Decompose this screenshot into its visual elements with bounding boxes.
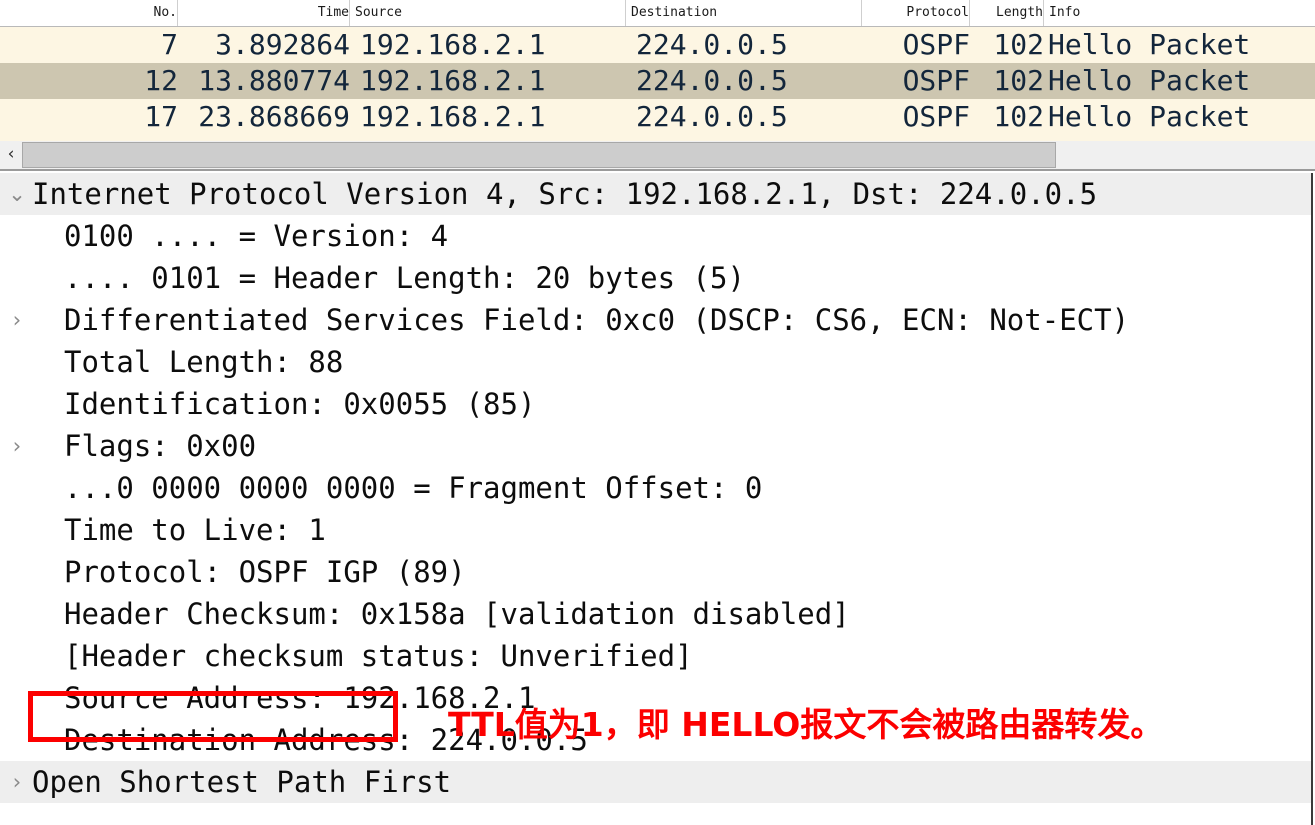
packet-detail-pane[interactable]: ⌄ Internet Protocol Version 4, Src: 192.1… <box>0 173 1313 825</box>
packet-cell-info: Hello Packet <box>1048 100 1251 133</box>
detail-tree-row[interactable]: ⌄ Internet Protocol Version 4, Src: 192.1… <box>0 173 1311 215</box>
column-header-protocol[interactable]: Protocol <box>862 0 970 26</box>
detail-tree-row[interactable]: ...0 0000 0000 0000 = Fragment Offset: 0 <box>0 467 1311 509</box>
packet-cell-source: 192.168.2.1 <box>360 100 546 133</box>
packet-cell-no: 7 <box>161 28 178 61</box>
packet-list-body: 7 3.892864 192.168.2.1 224.0.0.5 OSPF 102 Hell… <box>0 27 1315 135</box>
packet-cell-protocol: OSPF <box>902 28 970 61</box>
detail-tree-row[interactable]: .... 0101 = Header Length: 20 bytes (5) <box>0 257 1311 299</box>
detail-tree-label: Total Length: 88 <box>64 345 344 379</box>
packet-list-row[interactable]: 7 3.892864 192.168.2.1 224.0.0.5 OSPF 102 Hell… <box>0 27 1315 63</box>
column-header-source[interactable]: Source <box>350 0 626 26</box>
packet-cell-no: 17 <box>144 100 178 133</box>
packet-cell-protocol: OSPF <box>902 64 970 97</box>
packet-list-header-row: No. Time Source Destination Protocol Len… <box>0 0 1315 27</box>
column-header-no[interactable]: No. <box>0 0 178 26</box>
detail-tree-row[interactable]: [Header checksum status: Unverified] <box>0 635 1311 677</box>
detail-tree-row[interactable]: › Open Shortest Path First <box>0 761 1311 803</box>
detail-tree-row[interactable]: Total Length: 88 <box>0 341 1311 383</box>
scrollbar-track[interactable] <box>22 142 1315 168</box>
packet-list-pane[interactable]: No. Time Source Destination Protocol Len… <box>0 0 1315 141</box>
chevron-right-icon[interactable]: › <box>4 299 30 341</box>
packet-cell-source: 192.168.2.1 <box>360 28 546 61</box>
detail-tree-label: Internet Protocol Version 4, Src: 192.16… <box>32 177 1098 211</box>
packet-list-horizontal-scrollbar[interactable]: ‹ <box>0 141 1315 171</box>
detail-tree-label: Flags: 0x00 <box>64 429 257 463</box>
detail-tree-label: [Header checksum status: Unverified] <box>64 639 693 673</box>
detail-tree-row[interactable]: 0100 .... = Version: 4 <box>0 215 1311 257</box>
detail-tree-row[interactable]: Protocol: OSPF IGP (89) <box>0 551 1311 593</box>
detail-tree-label: Time to Live: 1 <box>64 513 326 547</box>
detail-tree-label: ...0 0000 0000 0000 = Fragment Offset: 0 <box>64 471 763 505</box>
packet-cell-source: 192.168.2.1 <box>360 64 546 97</box>
chevron-right-icon[interactable]: › <box>4 761 30 803</box>
column-header-info[interactable]: Info <box>1044 0 1304 26</box>
detail-tree-label: Open Shortest Path First <box>32 765 452 799</box>
packet-cell-dest: 224.0.0.5 <box>636 64 788 97</box>
packet-cell-info: Hello Packet <box>1048 28 1251 61</box>
packet-cell-time: 23.868669 <box>198 100 350 133</box>
detail-tree-label: 0100 .... = Version: 4 <box>64 219 449 253</box>
detail-tree-label: Header Checksum: 0x158a [validation disa… <box>64 597 850 631</box>
detail-tree-row[interactable]: Header Checksum: 0x158a [validation disa… <box>0 593 1311 635</box>
detail-tree-label: .... 0101 = Header Length: 20 bytes (5) <box>64 261 745 295</box>
packet-cell-no: 12 <box>144 64 178 97</box>
packet-cell-time: 3.892864 <box>215 28 350 61</box>
detail-tree-label: Differentiated Services Field: 0xc0 (DSC… <box>64 303 1130 337</box>
detail-tree-row[interactable]: › Differentiated Services Field: 0xc0 (DS… <box>0 299 1311 341</box>
detail-tree-row[interactable]: Identification: 0x0055 (85) <box>0 383 1311 425</box>
packet-list-row[interactable]: 17 23.868669 192.168.2.1 224.0.0.5 OSPF 102 He… <box>0 99 1315 135</box>
packet-cell-length: 102 <box>993 64 1044 97</box>
detail-tree-row[interactable]: Time to Live: 1 <box>0 509 1311 551</box>
packet-cell-protocol: OSPF <box>902 100 970 133</box>
detail-tree-label: Protocol: OSPF IGP (89) <box>64 555 466 589</box>
column-header-length[interactable]: Length <box>970 0 1044 26</box>
column-header-destination[interactable]: Destination <box>626 0 862 26</box>
chevron-down-icon[interactable]: ⌄ <box>4 173 30 215</box>
packet-cell-length: 102 <box>993 28 1044 61</box>
chevron-right-icon[interactable]: › <box>4 425 30 467</box>
packet-cell-info: Hello Packet <box>1048 64 1251 97</box>
packet-cell-dest: 224.0.0.5 <box>636 28 788 61</box>
scroll-left-arrow-icon[interactable]: ‹ <box>0 140 22 170</box>
column-header-time[interactable]: Time <box>178 0 350 26</box>
packet-cell-dest: 224.0.0.5 <box>636 100 788 133</box>
detail-tree-label: Identification: 0x0055 (85) <box>64 387 536 421</box>
packet-cell-length: 102 <box>993 100 1044 133</box>
detail-tree-row[interactable]: › Flags: 0x00 <box>0 425 1311 467</box>
packet-list-row[interactable]: 12 13.880774 192.168.2.1 224.0.0.5 OSPF 102 He… <box>0 63 1315 99</box>
packet-cell-time: 13.880774 <box>198 64 350 97</box>
annotation-text: TTL值为1，即 HELLO报文不会被路由器转发。 <box>448 705 1164 744</box>
scrollbar-thumb[interactable] <box>22 142 1056 168</box>
